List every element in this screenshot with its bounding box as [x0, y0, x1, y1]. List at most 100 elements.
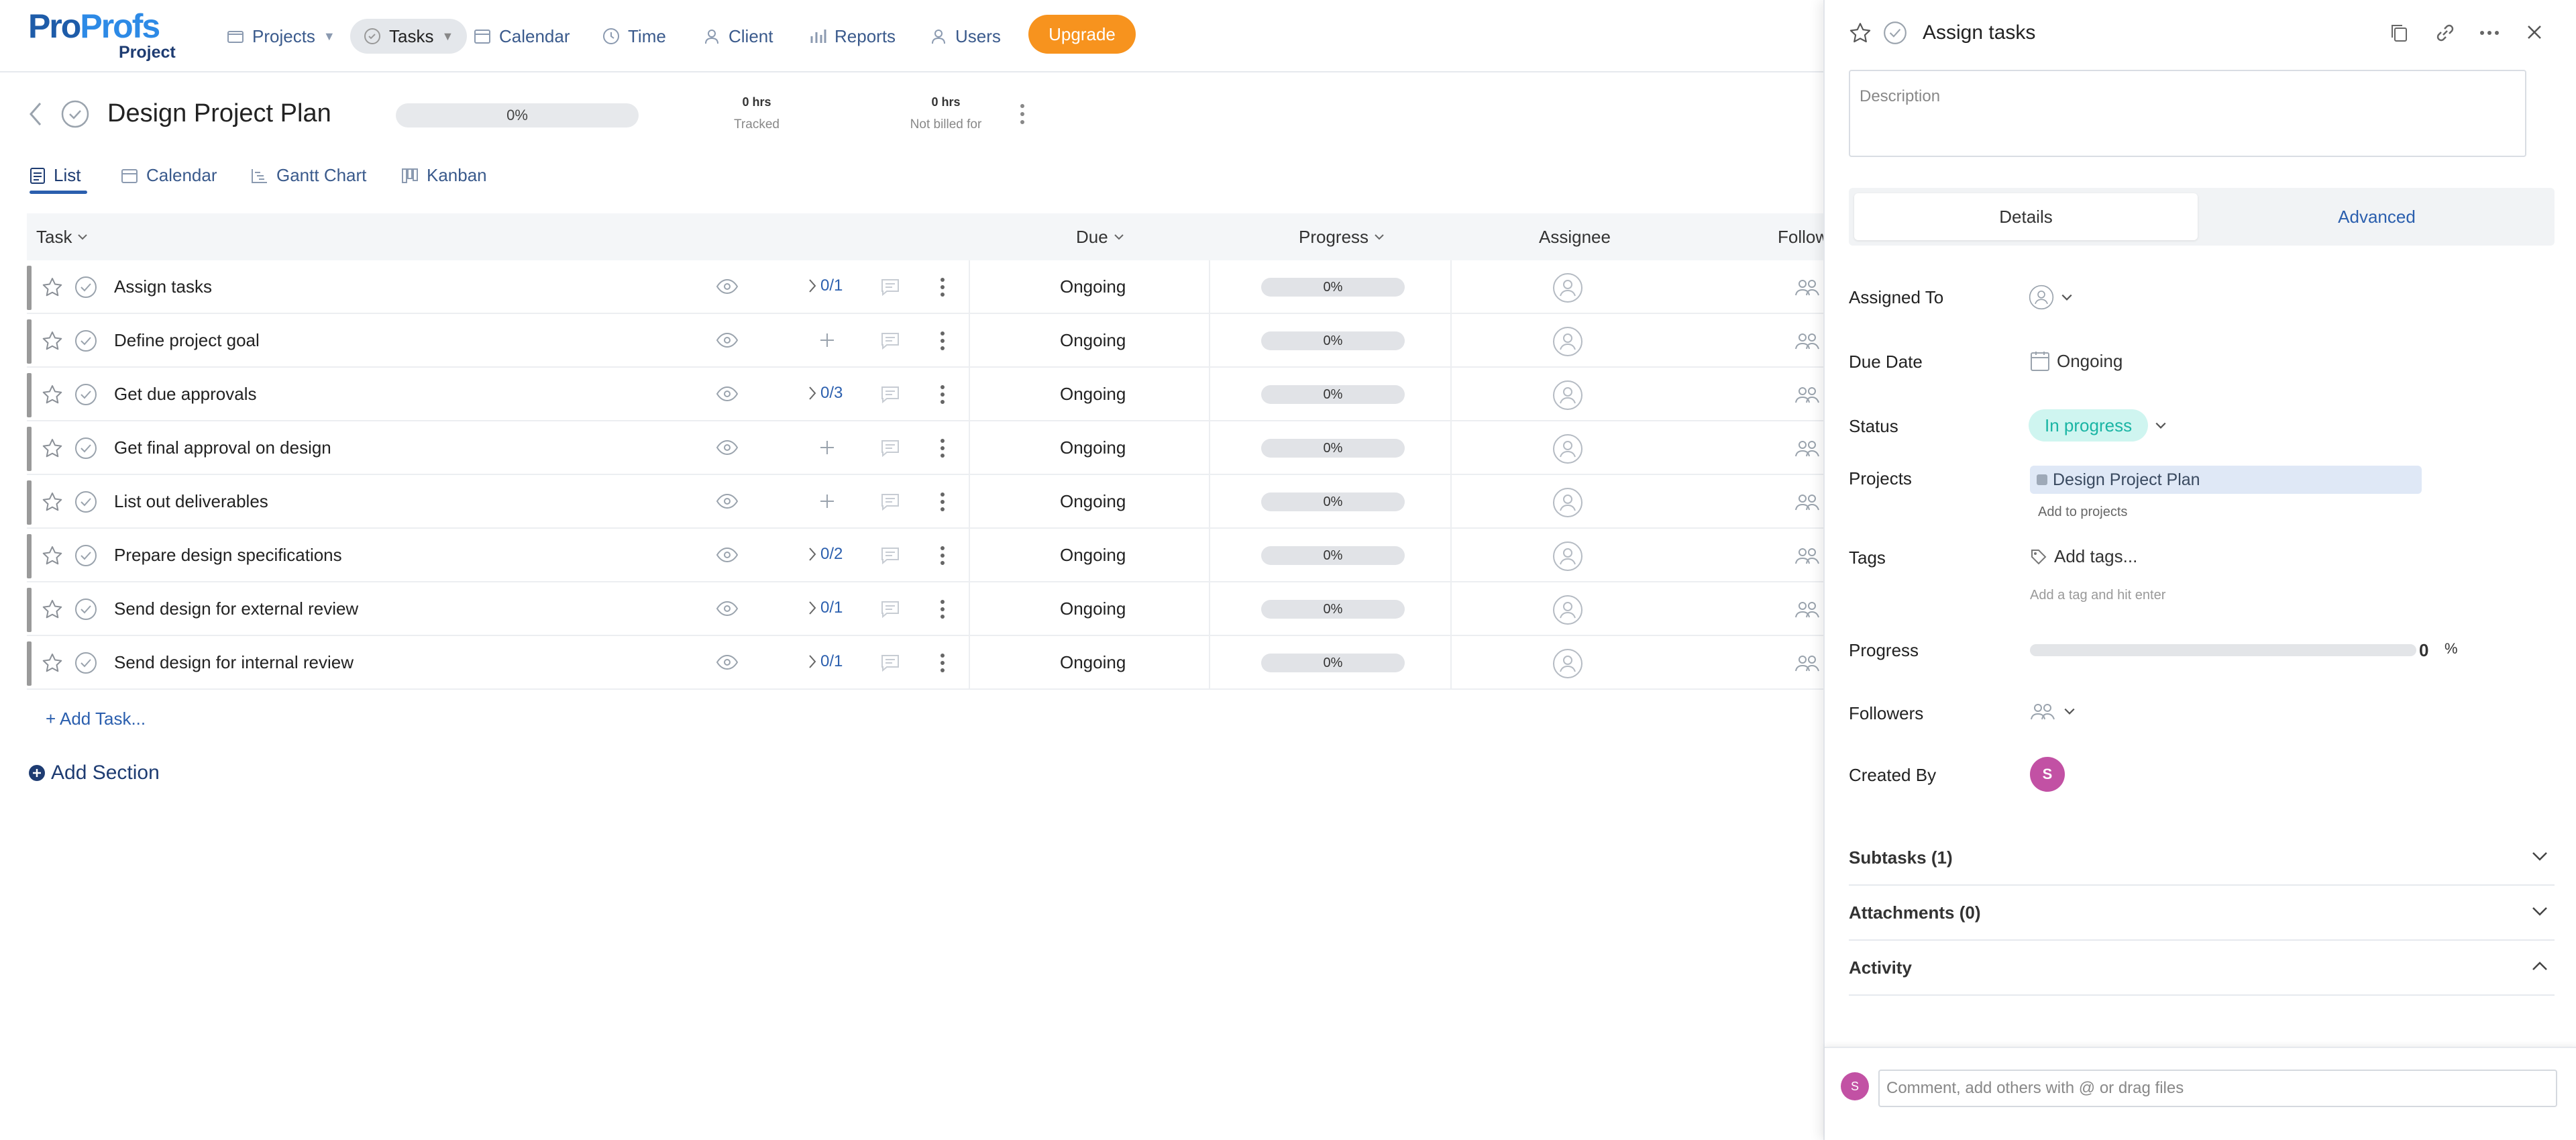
- comment-icon[interactable]: [881, 439, 900, 457]
- close-icon[interactable]: [2526, 24, 2542, 40]
- complete-task-icon[interactable]: [1882, 20, 1908, 46]
- comment-icon[interactable]: [881, 332, 900, 350]
- task-progress-bar[interactable]: 0%: [1261, 654, 1405, 672]
- comment-icon[interactable]: [881, 601, 900, 618]
- nav-client[interactable]: Client: [703, 19, 773, 54]
- activity-section[interactable]: Activity: [1849, 941, 2555, 996]
- due-value[interactable]: Ongoing: [1060, 437, 1126, 458]
- copy-icon[interactable]: [2390, 23, 2408, 43]
- assignee-avatar-icon[interactable]: [1552, 594, 1583, 625]
- assignee-avatar-icon[interactable]: [1552, 648, 1583, 679]
- assignee-avatar-icon[interactable]: [1552, 487, 1583, 518]
- add-section-button[interactable]: Add Section: [28, 762, 160, 784]
- subtask-toggle[interactable]: 0/1: [808, 276, 843, 295]
- table-row[interactable]: Define project goal Ongoing 0%: [27, 314, 1823, 368]
- column-header-due[interactable]: Due: [1076, 213, 1124, 260]
- complete-task-icon[interactable]: [74, 436, 98, 460]
- drag-handle[interactable]: [27, 373, 32, 417]
- task-name[interactable]: Send design for internal review: [114, 652, 354, 673]
- drag-handle[interactable]: [27, 641, 32, 686]
- star-icon[interactable]: [42, 437, 63, 459]
- more-vertical-icon[interactable]: [939, 651, 946, 675]
- due-value[interactable]: Ongoing: [1060, 384, 1126, 405]
- progress-slider[interactable]: [2030, 644, 2416, 656]
- column-header-task[interactable]: Task: [36, 213, 88, 260]
- table-row[interactable]: Send design for internal review 0/1 Ongo…: [27, 636, 1823, 690]
- assignee-avatar-icon[interactable]: [1552, 326, 1583, 357]
- star-icon[interactable]: [42, 545, 63, 566]
- task-name[interactable]: Send design for external review: [114, 599, 358, 619]
- star-icon[interactable]: [42, 384, 63, 405]
- drag-handle[interactable]: [27, 534, 32, 578]
- back-icon[interactable]: [28, 101, 43, 127]
- star-icon[interactable]: [42, 491, 63, 513]
- task-name[interactable]: Define project goal: [114, 330, 260, 351]
- assigned-to-select[interactable]: [2029, 284, 2073, 310]
- task-name[interactable]: Prepare design specifications: [114, 545, 342, 566]
- star-icon[interactable]: [1849, 21, 1872, 44]
- eye-icon[interactable]: [716, 386, 739, 402]
- followers-icon[interactable]: [1794, 546, 1821, 565]
- tags-input[interactable]: Add tags...: [2030, 546, 2137, 567]
- complete-task-icon[interactable]: [74, 490, 98, 514]
- star-icon[interactable]: [42, 330, 63, 352]
- tab-kanban[interactable]: Kanban: [401, 165, 487, 186]
- followers-select[interactable]: [2030, 702, 2076, 721]
- more-vertical-icon[interactable]: [939, 543, 946, 568]
- followers-icon[interactable]: [1794, 654, 1821, 672]
- star-icon[interactable]: [42, 599, 63, 620]
- nav-projects[interactable]: Projects ▼: [227, 19, 335, 54]
- task-progress-bar[interactable]: 0%: [1261, 439, 1405, 458]
- assignee-avatar-icon[interactable]: [1552, 380, 1583, 411]
- task-progress-bar[interactable]: 0%: [1261, 278, 1405, 297]
- task-progress-bar[interactable]: 0%: [1261, 600, 1405, 619]
- followers-icon[interactable]: [1794, 331, 1821, 350]
- description-field[interactable]: Description: [1849, 70, 2526, 157]
- complete-task-icon[interactable]: [74, 275, 98, 299]
- eye-icon[interactable]: [716, 439, 739, 456]
- due-value[interactable]: Ongoing: [1060, 545, 1126, 566]
- chevron-down-icon[interactable]: [2155, 421, 2167, 429]
- tab-advanced[interactable]: Advanced: [2204, 193, 2549, 240]
- eye-icon[interactable]: [716, 278, 739, 295]
- status-badge[interactable]: In progress: [2029, 409, 2149, 442]
- comment-icon[interactable]: [881, 654, 900, 672]
- task-progress-bar[interactable]: 0%: [1261, 331, 1405, 350]
- column-header-progress[interactable]: Progress: [1299, 213, 1385, 260]
- eye-icon[interactable]: [716, 601, 739, 617]
- due-value[interactable]: Ongoing: [1060, 599, 1126, 619]
- proprofs-logo[interactable]: ProProfs Project: [28, 9, 176, 62]
- task-progress-bar[interactable]: 0%: [1261, 546, 1405, 565]
- table-row[interactable]: Assign tasks 0/1 Ongoing 0%: [27, 260, 1823, 314]
- drag-handle[interactable]: [27, 266, 32, 310]
- star-icon[interactable]: [42, 276, 63, 298]
- task-name[interactable]: Get due approvals: [114, 384, 256, 405]
- nav-tasks[interactable]: Tasks ▼: [350, 19, 468, 54]
- more-vertical-icon[interactable]: [939, 597, 946, 621]
- tab-calendar[interactable]: Calendar: [121, 165, 217, 186]
- project-chip[interactable]: Design Project Plan: [2030, 466, 2422, 494]
- attachments-section[interactable]: Attachments (0): [1849, 886, 2555, 941]
- eye-icon[interactable]: [716, 493, 739, 509]
- project-menu-icon[interactable]: [1018, 102, 1026, 126]
- followers-icon[interactable]: [1794, 385, 1821, 404]
- more-vertical-icon[interactable]: [939, 436, 946, 460]
- table-row[interactable]: Prepare design specifications 0/2 Ongoin…: [27, 529, 1823, 582]
- assignee-avatar-icon[interactable]: [1552, 541, 1583, 572]
- complete-task-icon[interactable]: [74, 382, 98, 407]
- eye-icon[interactable]: [716, 654, 739, 670]
- comment-icon[interactable]: [881, 493, 900, 511]
- add-subtask-icon[interactable]: [818, 331, 836, 349]
- more-vertical-icon[interactable]: [939, 275, 946, 299]
- comment-icon[interactable]: [881, 386, 900, 403]
- more-horizontal-icon[interactable]: [2479, 30, 2500, 36]
- add-task-link[interactable]: + Add Task...: [46, 709, 146, 729]
- table-row[interactable]: List out deliverables Ongoing 0%: [27, 475, 1823, 529]
- due-value[interactable]: Ongoing: [1060, 652, 1126, 673]
- subtasks-section[interactable]: Subtasks (1): [1849, 831, 2555, 886]
- more-vertical-icon[interactable]: [939, 329, 946, 353]
- task-name[interactable]: List out deliverables: [114, 491, 268, 512]
- nav-calendar[interactable]: Calendar: [474, 19, 570, 54]
- tab-list[interactable]: List: [30, 165, 80, 186]
- followers-icon[interactable]: [1794, 278, 1821, 297]
